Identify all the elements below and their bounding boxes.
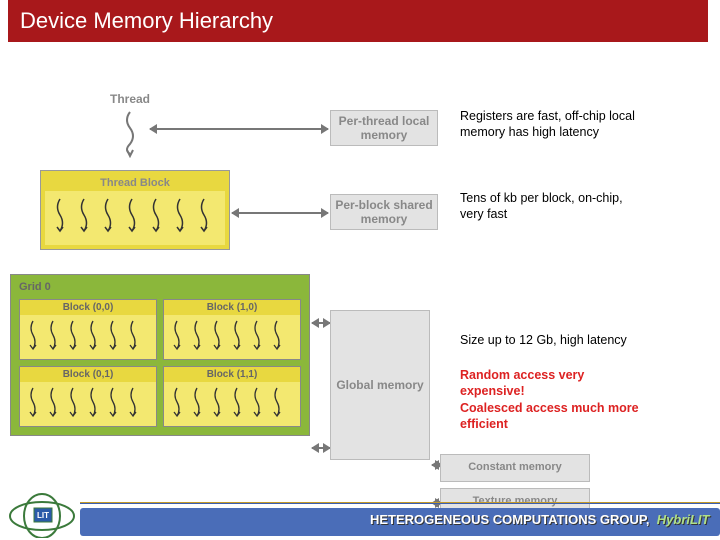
block-waves-icon bbox=[23, 386, 153, 422]
block-waves-icon bbox=[167, 386, 297, 422]
footer: LIT HETEROGENEOUS COMPUTATIONS GROUP, Hy… bbox=[0, 496, 720, 540]
thread-block-node: Thread Block bbox=[40, 170, 230, 250]
footer-brand: HybriLIT bbox=[657, 512, 710, 527]
grid-node: Grid 0 Block (0,0) Block (1,0) Block (0,… bbox=[10, 274, 310, 436]
arrow-block-shared bbox=[232, 212, 328, 214]
constant-memory: Constant memory bbox=[440, 454, 590, 482]
global-memory: Global memory bbox=[330, 310, 430, 460]
thread-wave-icon bbox=[123, 110, 137, 158]
thread-node: Thread bbox=[110, 92, 150, 158]
block-waves-icon bbox=[23, 319, 153, 355]
grid-label: Grid 0 bbox=[15, 279, 305, 295]
note-registers: Registers are fast, off-chip local memor… bbox=[460, 108, 640, 141]
footer-divider bbox=[80, 502, 720, 504]
thread-label: Thread bbox=[110, 92, 150, 106]
note-shared: Tens of kb per block, on-chip, very fast bbox=[460, 190, 640, 223]
logo-icon: LIT bbox=[6, 492, 78, 538]
per-block-shared-memory: Per-block shared memory bbox=[330, 194, 438, 230]
arrow-grid-global-2 bbox=[312, 447, 330, 449]
block-label: Block (1,1) bbox=[164, 367, 300, 382]
grid-block-01: Block (0,1) bbox=[19, 366, 157, 427]
thread-block-label: Thread Block bbox=[45, 175, 225, 191]
grid-block-11: Block (1,1) bbox=[163, 366, 301, 427]
slide-title: Device Memory Hierarchy bbox=[8, 0, 708, 42]
block-label: Block (0,0) bbox=[20, 300, 156, 315]
footer-text: HETEROGENEOUS COMPUTATIONS GROUP, HybriL… bbox=[370, 512, 710, 527]
note-random-access: Random access very expensive! Coalesced … bbox=[460, 367, 640, 432]
arrow-thread-local bbox=[150, 128, 328, 130]
grid-block-10: Block (1,0) bbox=[163, 299, 301, 360]
block-label: Block (1,0) bbox=[164, 300, 300, 315]
svg-text:LIT: LIT bbox=[37, 511, 49, 520]
block-waves-icon bbox=[167, 319, 297, 355]
footer-group: HETEROGENEOUS COMPUTATIONS GROUP, bbox=[370, 512, 650, 527]
arrow-grid-global-1 bbox=[312, 322, 330, 324]
per-thread-local-memory: Per-thread local memory bbox=[330, 110, 438, 146]
thread-block-waves-icon bbox=[50, 197, 220, 239]
grid-block-00: Block (0,0) bbox=[19, 299, 157, 360]
thread-block-body bbox=[45, 191, 225, 245]
block-label: Block (0,1) bbox=[20, 367, 156, 382]
note-global: Size up to 12 Gb, high latency bbox=[460, 332, 640, 348]
